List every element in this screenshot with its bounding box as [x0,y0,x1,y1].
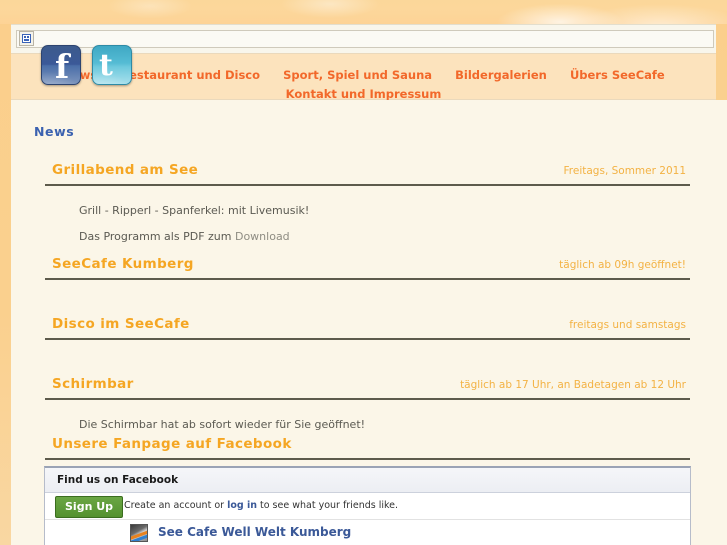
news-line: Grill - Ripperl - Spanferkel: mit Livemu… [79,204,310,217]
news-header: SeeCafe Kumberg täglich ab 09h geöffnet! [45,256,690,280]
nav-item-sport[interactable]: Sport, Spiel und Sauna [283,66,432,84]
page-title: News [34,124,75,139]
news-date: täglich ab 09h geöffnet! [559,259,686,271]
log-in-link[interactable]: log in [227,500,257,511]
broken-image-icon [19,31,34,46]
news-title[interactable]: Disco im SeeCafe [52,316,190,332]
nav-item-restaurant[interactable]: Restaurant und Disco [120,66,260,84]
nav-item-bildergalerien[interactable]: Bildergalerien [455,66,547,84]
news-body: Die Schirmbar hat ab sofort wieder für S… [79,412,690,438]
facebook-page-avatar [130,524,148,542]
news-item-schirmbar: Schirmbar täglich ab 17 Uhr, an Badetage… [45,376,690,438]
facebook-page-row: See Cafe Well Welt Kumberg [45,520,690,545]
facebook-likebox-widget: Find us on Facebook Sign Up Create an ac… [44,466,691,545]
top-banner-image [0,0,727,24]
news-item-fanpage: Unsere Fanpage auf Facebook [45,436,690,460]
news-header: Schirmbar täglich ab 17 Uhr, an Badetage… [45,376,690,400]
facebook-signup-row: Sign Up Create an account or log in to s… [45,493,690,520]
facebook-glyph: f [55,47,70,85]
news-header: Disco im SeeCafe freitags und samstags [45,316,690,340]
sign-up-button[interactable]: Sign Up [55,496,124,518]
facebook-signup-text: Create an account or log in to see what … [124,500,398,511]
news-title[interactable]: SeeCafe Kumberg [52,256,194,272]
news-header: Unsere Fanpage auf Facebook [45,436,690,460]
news-item-disco: Disco im SeeCafe freitags und samstags [45,316,690,340]
twitter-glyph: t [99,48,113,83]
page-root: News Restaurant und Disco Sport, Spiel u… [0,0,727,545]
download-link[interactable]: Download [235,230,290,243]
news-title[interactable]: Unsere Fanpage auf Facebook [52,436,292,452]
signup-text-before: Create an account or [124,500,228,511]
news-line: Das Programm als PDF zum Download [79,224,690,250]
news-date: freitags und samstags [569,319,686,331]
news-item-seecafe-kumberg: SeeCafe Kumberg täglich ab 09h geöffnet! [45,256,690,280]
facebook-widget-title: Find us on Facebook [45,468,690,493]
news-title[interactable]: Grillabend am See [52,162,198,178]
news-title[interactable]: Schirmbar [52,376,134,392]
twitter-icon[interactable]: t [92,45,132,85]
page-frame-right [716,24,727,100]
nav-item-uebers-seecafe[interactable]: Übers SeeCafe [570,66,665,84]
facebook-icon[interactable]: f [41,45,81,85]
news-header: Grillabend am See Freitags, Sommer 2011 [45,162,690,186]
news-body: Grill - Ripperl - Spanferkel: mit Livemu… [79,198,690,250]
news-line: Die Schirmbar hat ab sofort wieder für S… [79,418,366,431]
news-date: täglich ab 17 Uhr, an Badetagen ab 12 Uh… [460,379,686,391]
facebook-page-link[interactable]: See Cafe Well Welt Kumberg [158,525,351,539]
news-date: Freitags, Sommer 2011 [563,165,686,177]
news-item-grillabend: Grillabend am See Freitags, Sommer 2011 … [45,162,690,250]
signup-text-after: to see what your friends like. [256,500,399,511]
main-content: News Grillabend am See Freitags, Sommer … [11,100,727,545]
news-line-text: Das Programm als PDF zum [79,230,235,243]
